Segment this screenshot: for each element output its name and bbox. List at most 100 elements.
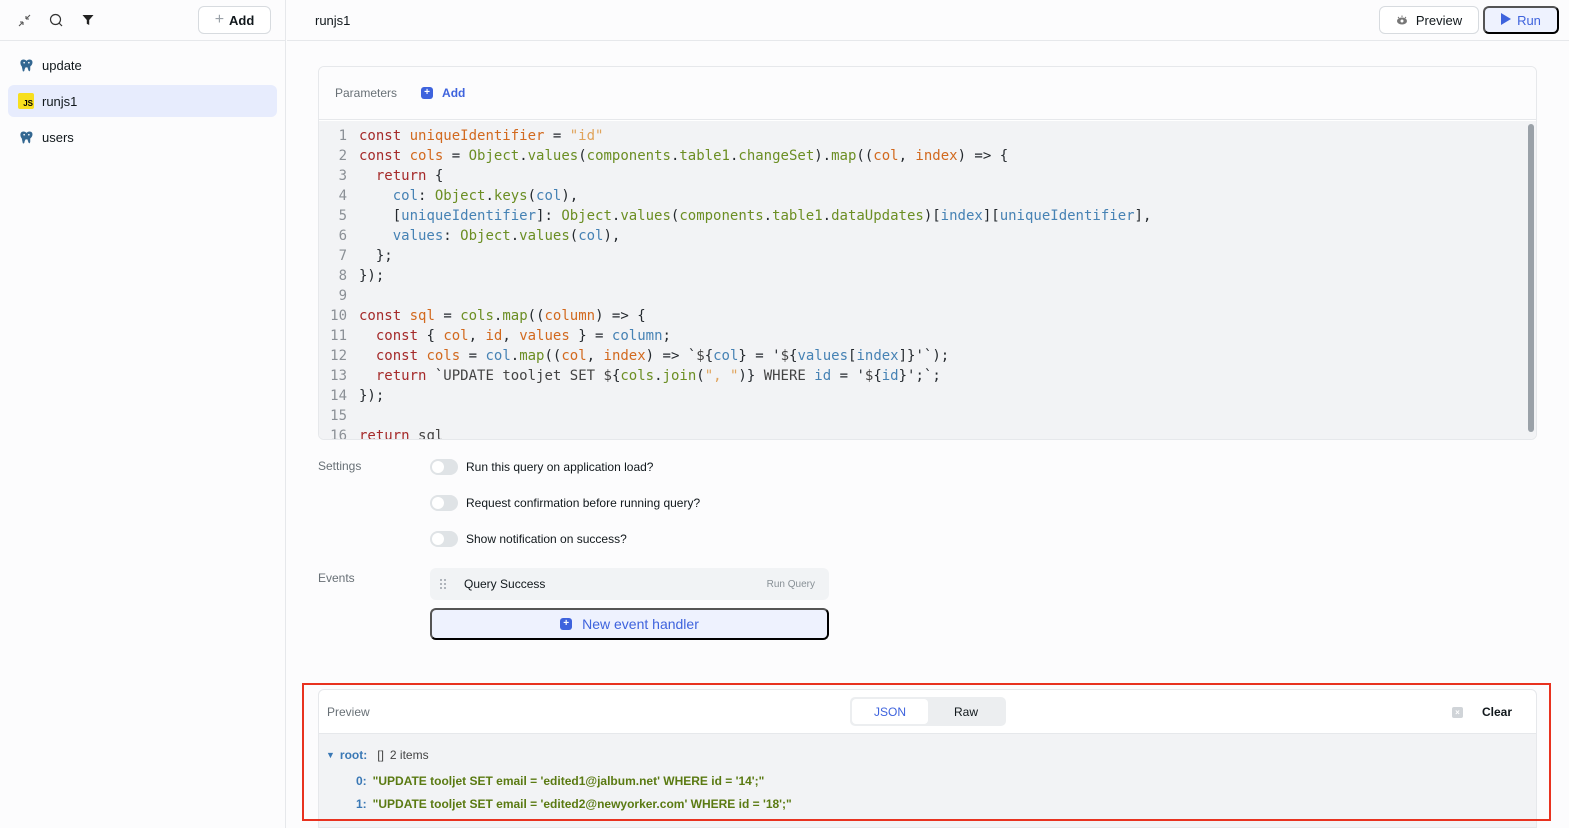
query-name[interactable]: runjs1 <box>315 13 350 28</box>
line-number: 13 <box>330 368 347 384</box>
postgresql-icon <box>18 57 34 73</box>
new-event-handler-button[interactable]: + New event handler <box>430 608 829 640</box>
code-text: const { col, id, values } = column; <box>375 328 671 344</box>
query-item-runjs1[interactable]: JS runjs1 <box>8 85 277 117</box>
code-text: return sql <box>359 428 444 439</box>
line-number: 1 <box>338 128 347 144</box>
add-parameter-button[interactable]: + Add <box>421 86 465 100</box>
add-parameter-label: Add <box>442 86 466 100</box>
event-handler-row[interactable]: Query Success Run Query <box>430 568 829 600</box>
toggle-label: Run this query on application load? <box>466 460 654 474</box>
line-number: 14 <box>330 388 347 404</box>
code-text: values: Object.values(col), <box>392 228 621 244</box>
line-number: 7 <box>338 248 347 264</box>
code-line: 7 }; <box>319 246 1536 266</box>
code-lines: 1 const uniqueIdentifier = "id" 2 const col… <box>319 121 1536 439</box>
javascript-icon: JS <box>18 93 34 109</box>
toggle-switch[interactable] <box>430 459 458 475</box>
code-line: 2 const cols = Object.values(components.t… <box>319 146 1536 166</box>
code-line: 13 return `UPDATE tooljet SET ${cols.joi… <box>319 366 1536 386</box>
line-number: 3 <box>338 168 347 184</box>
query-header: runjs1 Preview Run <box>287 0 1569 41</box>
add-query-button[interactable]: + Add <box>198 6 271 34</box>
sidebar-toolbar: + Add <box>0 0 285 41</box>
toggle-request-confirmation[interactable]: Request confirmation before running quer… <box>430 495 700 511</box>
code-text: }; <box>359 248 393 264</box>
postgresql-icon <box>18 129 34 145</box>
query-item-users[interactable]: users <box>8 121 277 153</box>
add-query-label: Add <box>229 12 255 28</box>
app-root: + Add update JS runjs1 users runjs1 Prev… <box>0 0 1569 828</box>
code-scrollbar[interactable] <box>1528 124 1534 432</box>
line-number: 5 <box>338 208 347 224</box>
query-list: update JS runjs1 users <box>0 41 285 163</box>
code-line: 12 const cols = col.map((col, index) => … <box>319 346 1536 366</box>
code-line: 16 return sql <box>319 426 1536 439</box>
code-text: return `UPDATE tooljet SET ${cols.join("… <box>375 368 941 384</box>
run-label: Run <box>1517 12 1541 28</box>
code-line: 5 [uniqueIdentifier]: Object.values(comp… <box>319 206 1536 226</box>
code-line: 14}); <box>319 386 1536 406</box>
preview-label: Preview <box>1415 12 1463 28</box>
code-text: const uniqueIdentifier = "id" <box>359 128 604 144</box>
toggle-run-on-load[interactable]: Run this query on application load? <box>430 459 653 475</box>
code-line: 11 const { col, id, values } = column; <box>319 326 1536 346</box>
code-text: return { <box>375 168 444 184</box>
plus-icon: + <box>560 618 573 630</box>
line-number: 9 <box>338 288 347 304</box>
toggle-label: Show notification on success? <box>466 532 627 546</box>
line-number: 15 <box>330 408 347 424</box>
query-item-label: runjs1 <box>42 93 78 109</box>
run-button[interactable]: Run <box>1483 6 1559 34</box>
toggle-label: Request confirmation before running quer… <box>466 496 701 510</box>
line-number: 6 <box>338 228 347 244</box>
events-label: Events <box>318 571 355 585</box>
code-editor[interactable]: 1 const uniqueIdentifier = "id" 2 const col… <box>319 121 1536 439</box>
code-line: 8}); <box>319 266 1536 286</box>
toggle-switch[interactable] <box>430 495 458 511</box>
event-name: Query Success <box>464 577 546 591</box>
line-number: 2 <box>338 148 347 164</box>
code-line: 1 const uniqueIdentifier = "id" <box>319 126 1536 146</box>
code-line: 9 <box>319 286 1536 306</box>
toggle-show-notification[interactable]: Show notification on success? <box>430 531 627 547</box>
search-icon[interactable] <box>48 12 64 28</box>
play-icon <box>1501 12 1512 28</box>
collapse-icon[interactable] <box>16 12 32 28</box>
line-number: 11 <box>330 328 347 344</box>
plus-icon: + <box>214 11 225 28</box>
code-text: const cols = Object.values(components.ta… <box>359 148 1009 164</box>
plus-icon: + <box>421 87 434 99</box>
code-line: 6 values: Object.values(col), <box>319 226 1536 246</box>
line-number: 12 <box>330 348 347 364</box>
settings-label: Settings <box>318 459 362 473</box>
line-number: 8 <box>338 268 347 284</box>
line-number: 16 <box>330 428 347 439</box>
code-line: 4 col: Object.keys(col), <box>319 186 1536 206</box>
code-line: 3 return { <box>319 166 1536 186</box>
code-text: [uniqueIdentifier]: Object.values(compon… <box>359 208 1152 224</box>
parameters-label: Parameters <box>335 86 398 100</box>
query-item-label: users <box>42 129 74 145</box>
highlight-outline <box>302 683 1551 821</box>
preview-button[interactable]: Preview <box>1379 6 1479 34</box>
parameters-row: Parameters + Add <box>319 67 1536 120</box>
query-sidebar: + Add update JS runjs1 users <box>0 0 286 828</box>
code-text: col: Object.keys(col), <box>392 188 579 204</box>
code-text: const sql = cols.map((column) => { <box>359 308 646 324</box>
code-text: }); <box>359 268 385 284</box>
code-line: 10 const sql = cols.map((column) => { <box>319 306 1536 326</box>
code-text: }); <box>359 388 385 404</box>
query-item-label: update <box>42 57 82 73</box>
new-event-handler-label: New event handler <box>582 616 699 632</box>
toggle-switch[interactable] <box>430 531 458 547</box>
code-text: const cols = col.map((col, index) => `${… <box>375 348 950 364</box>
filter-icon[interactable] <box>80 12 96 28</box>
code-line: 15 <box>319 406 1536 426</box>
eye-icon <box>1396 13 1408 28</box>
drag-handle-icon[interactable] <box>440 579 448 589</box>
query-item-update[interactable]: update <box>8 49 277 81</box>
event-action: Run Query <box>766 578 815 590</box>
